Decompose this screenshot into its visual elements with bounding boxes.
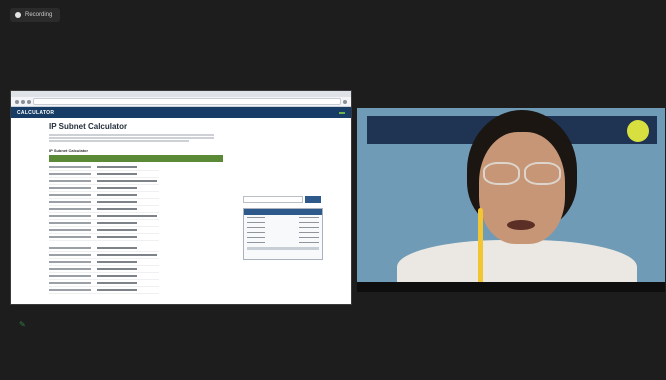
- participant-mouth: [507, 220, 535, 230]
- site-nav: [327, 111, 345, 114]
- table-row: [49, 273, 159, 280]
- intro-text-line: [49, 140, 189, 142]
- result-table: [49, 164, 159, 294]
- table-row: [49, 199, 159, 206]
- pencil-icon[interactable]: ✎: [19, 320, 26, 329]
- record-icon: [15, 12, 21, 18]
- menu-icon: [343, 99, 347, 104]
- page-title: IP Subnet Calculator: [49, 122, 128, 131]
- site-header: CALCULATOR: [11, 107, 351, 118]
- site-nav-item-active: [339, 111, 345, 114]
- table-row: [49, 192, 159, 199]
- search-input: [243, 196, 303, 203]
- table-row: [49, 220, 159, 227]
- browser-address-bar: [11, 97, 351, 107]
- recording-indicator[interactable]: Recording: [10, 8, 61, 22]
- table-row: [49, 266, 159, 273]
- table-row: [49, 206, 159, 213]
- table-row: [49, 171, 159, 178]
- section-title: IP Subnet Calculator: [49, 148, 89, 153]
- table-row: [49, 164, 159, 171]
- table-row: [49, 259, 159, 266]
- intro-text-line: [49, 137, 214, 139]
- table-row: [49, 185, 159, 192]
- table-row: [49, 287, 159, 294]
- table-row: [49, 234, 159, 241]
- table-row: [49, 245, 159, 252]
- sidebar-panel-footer: [247, 247, 319, 250]
- sidebar-panel: [243, 208, 323, 260]
- recording-label: Recording: [25, 12, 53, 18]
- table-row: [49, 252, 159, 259]
- back-icon: [15, 99, 19, 104]
- table-row: [49, 227, 159, 234]
- site-logo: CALCULATOR: [17, 109, 55, 116]
- participant-glasses: [483, 162, 561, 185]
- table-row: [49, 178, 159, 185]
- forward-icon: [21, 99, 25, 104]
- table-row: [49, 280, 159, 287]
- shared-screen: CALCULATOR IP Subnet Calculator IP Subne…: [10, 90, 352, 305]
- participant-video[interactable]: [357, 108, 665, 292]
- banner-logo: [627, 120, 649, 142]
- search-button: [305, 196, 321, 203]
- reload-icon: [27, 99, 31, 104]
- earphone-cable: [478, 208, 483, 288]
- intro-text-line: [49, 134, 214, 136]
- url-field: [33, 98, 341, 105]
- result-header-bar: [49, 155, 223, 162]
- video-name-strip: [357, 282, 665, 292]
- page-content: IP Subnet Calculator IP Subnet Calculato…: [11, 118, 351, 294]
- table-row: [49, 213, 159, 220]
- sidebar-search: [243, 196, 321, 203]
